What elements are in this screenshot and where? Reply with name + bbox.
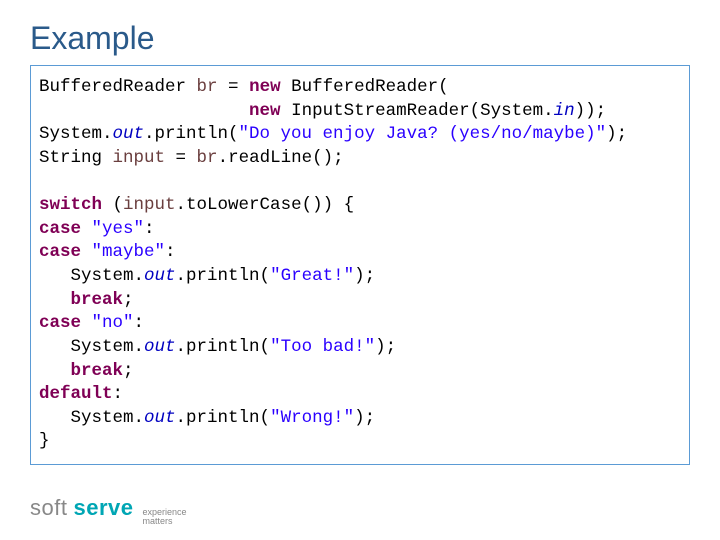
code-keyword: default: [39, 384, 113, 404]
code-text: String: [39, 148, 113, 168]
code-field: in: [554, 101, 575, 121]
code-text: .println(: [176, 337, 271, 357]
slide-title: Example: [30, 20, 690, 57]
code-keyword: switch: [39, 195, 102, 215]
code-string: "Too bad!": [270, 337, 375, 357]
code-field: out: [113, 124, 145, 144]
code-text: :: [144, 219, 155, 239]
code-text: .toLowerCase()) {: [176, 195, 355, 215]
code-text: .readLine();: [218, 148, 344, 168]
code-text: );: [354, 266, 375, 286]
code-text: [39, 361, 71, 381]
code-string: "maybe": [92, 242, 166, 262]
code-text: [39, 290, 71, 310]
code-string: "Wrong!": [270, 408, 354, 428]
code-string: "yes": [92, 219, 145, 239]
code-keyword: case: [39, 219, 81, 239]
code-text: );: [375, 337, 396, 357]
code-text: System.: [39, 124, 113, 144]
code-text: (: [102, 195, 123, 215]
code-keyword: break: [71, 290, 124, 310]
code-text: =: [165, 148, 197, 168]
code-text: InputStreamReader(System.: [281, 101, 554, 121]
code-text: ));: [575, 101, 607, 121]
code-var: input: [123, 195, 176, 215]
code-text: [81, 242, 92, 262]
code-text: System.: [39, 408, 144, 428]
code-keyword: break: [71, 361, 124, 381]
code-text: BufferedReader(: [281, 77, 449, 97]
code-text: [39, 101, 249, 121]
code-text: BufferedReader: [39, 77, 197, 97]
code-text: .println(: [144, 124, 239, 144]
code-text: ;: [123, 361, 134, 381]
code-text: );: [606, 124, 627, 144]
code-text: =: [218, 77, 250, 97]
logo-part-soft: soft: [30, 495, 67, 521]
code-string: "no": [92, 313, 134, 333]
code-string: "Great!": [270, 266, 354, 286]
code-text: :: [165, 242, 176, 262]
code-field: out: [144, 266, 176, 286]
code-string: "Do you enjoy Java? (yes/no/maybe)": [239, 124, 607, 144]
tagline-line2: matters: [142, 517, 186, 526]
code-field: out: [144, 408, 176, 428]
code-text: :: [134, 313, 145, 333]
logo-tagline: experience matters: [142, 508, 186, 526]
code-var: br: [197, 77, 218, 97]
code-field: out: [144, 337, 176, 357]
code-text: .println(: [176, 266, 271, 286]
code-keyword: new: [249, 77, 281, 97]
logo-part-serve: serve: [73, 495, 133, 521]
code-text: [81, 219, 92, 239]
code-var: input: [113, 148, 166, 168]
code-text: ;: [123, 290, 134, 310]
code-block: BufferedReader br = new BufferedReader( …: [30, 65, 690, 465]
code-text: );: [354, 408, 375, 428]
code-keyword: case: [39, 313, 81, 333]
code-var: br: [197, 148, 218, 168]
code-text: [81, 313, 92, 333]
code-text: System.: [39, 337, 144, 357]
code-text: }: [39, 431, 50, 451]
code-text: :: [113, 384, 124, 404]
footer-logo: softserve experience matters: [30, 495, 187, 526]
code-text: .println(: [176, 408, 271, 428]
code-text: System.: [39, 266, 144, 286]
code-keyword: new: [249, 101, 281, 121]
code-keyword: case: [39, 242, 81, 262]
